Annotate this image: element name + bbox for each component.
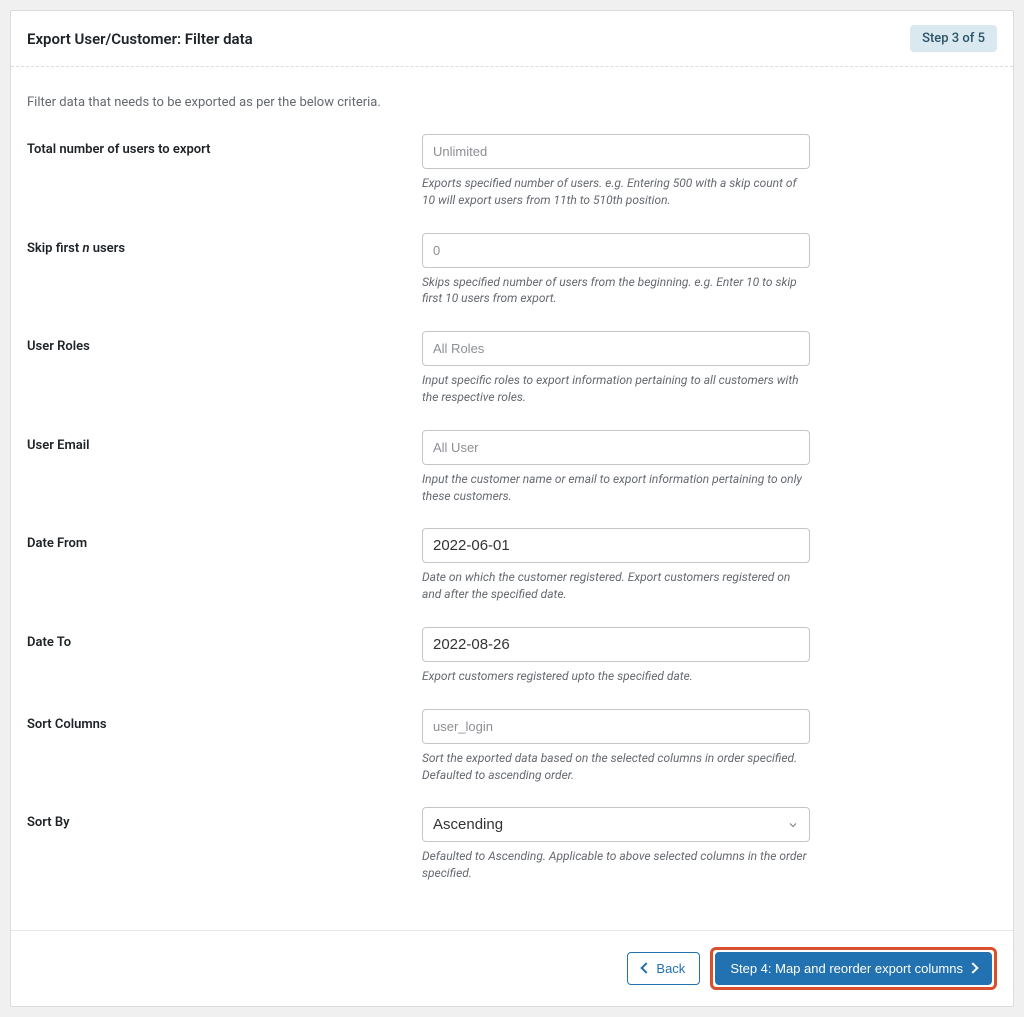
date-to-input[interactable] [422, 627, 810, 662]
label-user-email: User Email [27, 430, 422, 453]
page-title: Export User/Customer: Filter data [27, 30, 253, 48]
label-skip-em: n [82, 241, 89, 256]
next-step-button[interactable]: Step 4: Map and reorder export columns [715, 952, 992, 985]
label-date-to: Date To [27, 627, 422, 650]
user-roles-input[interactable] [422, 331, 810, 366]
label-date-from: Date From [27, 528, 422, 551]
date-from-input[interactable] [422, 528, 810, 563]
back-button[interactable]: Back [627, 952, 700, 985]
row-user-email: User Email Input the customer name or em… [27, 430, 997, 505]
row-sort-columns: Sort Columns Sort the exported data base… [27, 709, 997, 784]
row-user-roles: User Roles Input specific roles to expor… [27, 331, 997, 406]
help-sort-columns: Sort the exported data based on the sele… [422, 750, 810, 784]
label-sort-columns: Sort Columns [27, 709, 422, 732]
back-button-label: Back [656, 961, 685, 976]
label-sort-by: Sort By [27, 807, 422, 830]
row-date-to: Date To Export customers registered upto… [27, 627, 997, 685]
help-user-roles: Input specific roles to export informati… [422, 372, 810, 406]
sort-columns-input[interactable] [422, 709, 810, 744]
row-total-users: Total number of users to export Exports … [27, 134, 997, 209]
next-button-highlight: Step 4: Map and reorder export columns [710, 947, 997, 990]
row-date-from: Date From Date on which the customer reg… [27, 528, 997, 603]
label-skip-suffix: users [90, 241, 126, 256]
intro-text: Filter data that needs to be exported as… [27, 95, 997, 110]
skip-users-input[interactable] [422, 233, 810, 268]
card-footer: Back Step 4: Map and reorder export colu… [11, 930, 1013, 1006]
chevron-right-icon [967, 963, 978, 974]
label-total-users: Total number of users to export [27, 134, 422, 157]
label-skip-users: Skip first n users [27, 233, 422, 256]
card-header: Export User/Customer: Filter data Step 3… [11, 11, 1013, 67]
card-body: Filter data that needs to be exported as… [11, 67, 1013, 930]
total-users-input[interactable] [422, 134, 810, 169]
chevron-left-icon [641, 963, 652, 974]
help-total-users: Exports specified number of users. e.g. … [422, 175, 810, 209]
sort-by-select[interactable]: Ascending [422, 807, 810, 842]
row-sort-by: Sort By Ascending Defaulted to Ascending… [27, 807, 997, 882]
help-sort-by: Defaulted to Ascending. Applicable to ab… [422, 848, 810, 882]
help-date-to: Export customers registered upto the spe… [422, 668, 810, 685]
next-button-label: Step 4: Map and reorder export columns [730, 961, 963, 976]
user-email-input[interactable] [422, 430, 810, 465]
help-skip-users: Skips specified number of users from the… [422, 274, 810, 308]
export-filter-card: Export User/Customer: Filter data Step 3… [10, 10, 1014, 1007]
label-user-roles: User Roles [27, 331, 422, 354]
help-date-from: Date on which the customer registered. E… [422, 569, 810, 603]
step-badge: Step 3 of 5 [910, 25, 997, 52]
label-skip-prefix: Skip first [27, 241, 82, 256]
row-skip-users: Skip first n users Skips specified numbe… [27, 233, 997, 308]
help-user-email: Input the customer name or email to expo… [422, 471, 810, 505]
